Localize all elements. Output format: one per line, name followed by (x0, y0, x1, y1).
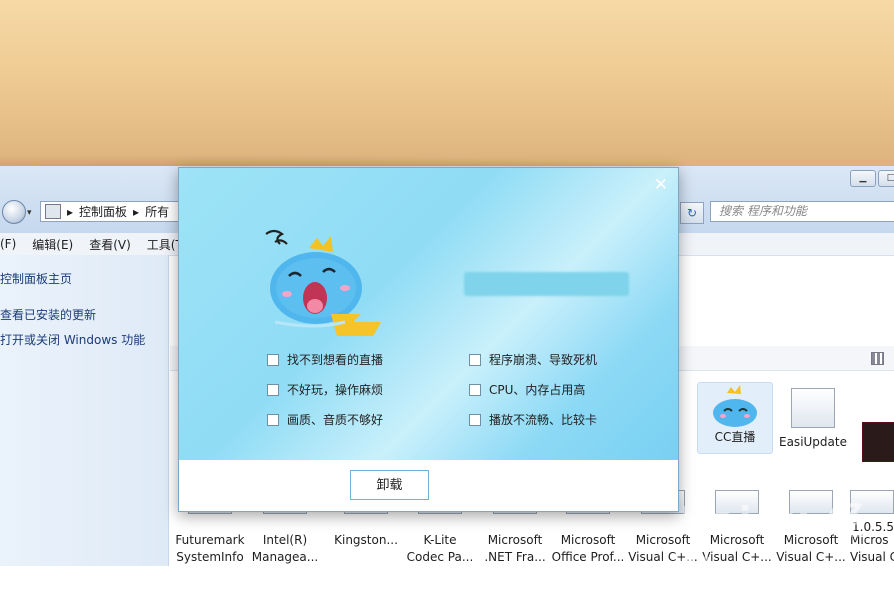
sidebar-link-installed-updates[interactable]: 查看已安装的更新 (0, 306, 96, 323)
option-label: 找不到想看的直播 (287, 353, 384, 367)
uninstall-dialog: ✕ 找不到想看的直播 程序崩溃、导致死机 不好玩，操作麻烦 CPU、内存占用高 … (178, 167, 679, 512)
menu-edit[interactable]: 编辑(E) (24, 236, 81, 253)
cc-mascot-icon (698, 383, 772, 429)
program-label: Intel(R) Managea... (251, 533, 319, 564)
desktop-wallpaper (0, 0, 894, 170)
option-high-usage[interactable]: CPU、内存占用高 (469, 381, 585, 398)
view-options-icon[interactable] (871, 352, 884, 365)
history-dropdown-icon[interactable]: ▾ (27, 208, 32, 218)
program-label: K-Lite Codec Pa... (406, 533, 474, 564)
option-label: 程序崩溃、导致死机 (489, 353, 598, 367)
breadcrumb-separator-icon: ▸ (133, 204, 140, 219)
menu-file[interactable]: (F) (0, 237, 24, 251)
option-label: CPU、内存占用高 (489, 383, 586, 397)
sidebar-link-windows-features[interactable]: 打开或关闭 Windows 功能 (0, 331, 145, 348)
watermark: Baidu 经验 (680, 499, 868, 598)
checkbox[interactable] (469, 383, 481, 396)
redacted-name-bar (464, 272, 629, 296)
control-panel-icon (45, 204, 61, 219)
checkbox[interactable] (469, 353, 481, 366)
checkbox[interactable] (267, 383, 279, 396)
back-button[interactable] (2, 200, 26, 224)
program-cc-live[interactable]: CC直播 (697, 382, 773, 454)
refresh-icon[interactable]: ↻ (680, 202, 704, 224)
checkbox[interactable] (469, 413, 481, 426)
option-not-fun[interactable]: 不好玩，操作麻烦 (267, 381, 383, 398)
crying-mascot-icon (265, 229, 381, 336)
close-icon[interactable]: ✕ (654, 176, 668, 194)
program-label: CC直播 (714, 430, 756, 444)
installer-icon (791, 388, 835, 428)
program-label: EasiUpdate (779, 435, 847, 449)
checkbox[interactable] (267, 353, 279, 366)
program-label: Futuremark SystemInfo (175, 533, 245, 564)
search-input[interactable]: 搜索 程序和功能 (710, 201, 894, 222)
window-controls: ▁ □ (850, 170, 894, 187)
flash-icon (862, 422, 894, 462)
sidebar: 控制面板主页 查看已安装的更新 打开或关闭 Windows 功能 (0, 255, 169, 566)
option-label: 画质、音质不够好 (287, 413, 384, 427)
program-label: Microsoft .NET Fra... (484, 533, 546, 564)
option-quality[interactable]: 画质、音质不够好 (267, 411, 383, 428)
option-lag[interactable]: 播放不流畅、比较卡 (469, 411, 597, 428)
breadcrumb-all[interactable]: 所有 (145, 203, 169, 220)
option-label: 播放不流畅、比较卡 (489, 413, 598, 427)
dialog-banner: ✕ 找不到想看的直播 程序崩溃、导致死机 不好玩，操作麻烦 CPU、内存占用高 … (179, 168, 678, 460)
breadcrumb-control-panel[interactable]: 控制面板 (79, 203, 127, 220)
program-label: Kingston... (334, 533, 398, 547)
uninstall-button[interactable]: 卸载 (350, 470, 429, 500)
option-no-stream[interactable]: 找不到想看的直播 (267, 351, 383, 368)
option-crash[interactable]: 程序崩溃、导致死机 (469, 351, 597, 368)
checkbox[interactable] (267, 413, 279, 426)
maximize-button[interactable]: □ (878, 170, 894, 187)
program-easiupdate[interactable]: EasiUpdate (773, 388, 853, 451)
option-label: 不好玩，操作麻烦 (287, 383, 384, 397)
program-label: Microsoft Office Prof... (551, 533, 625, 564)
breadcrumb-separator-icon: ▸ (67, 204, 74, 219)
sidebar-link-home[interactable]: 控制面板主页 (0, 270, 72, 287)
menu-view[interactable]: 查看(V) (81, 236, 139, 253)
minimize-button[interactable]: ▁ (850, 170, 876, 187)
